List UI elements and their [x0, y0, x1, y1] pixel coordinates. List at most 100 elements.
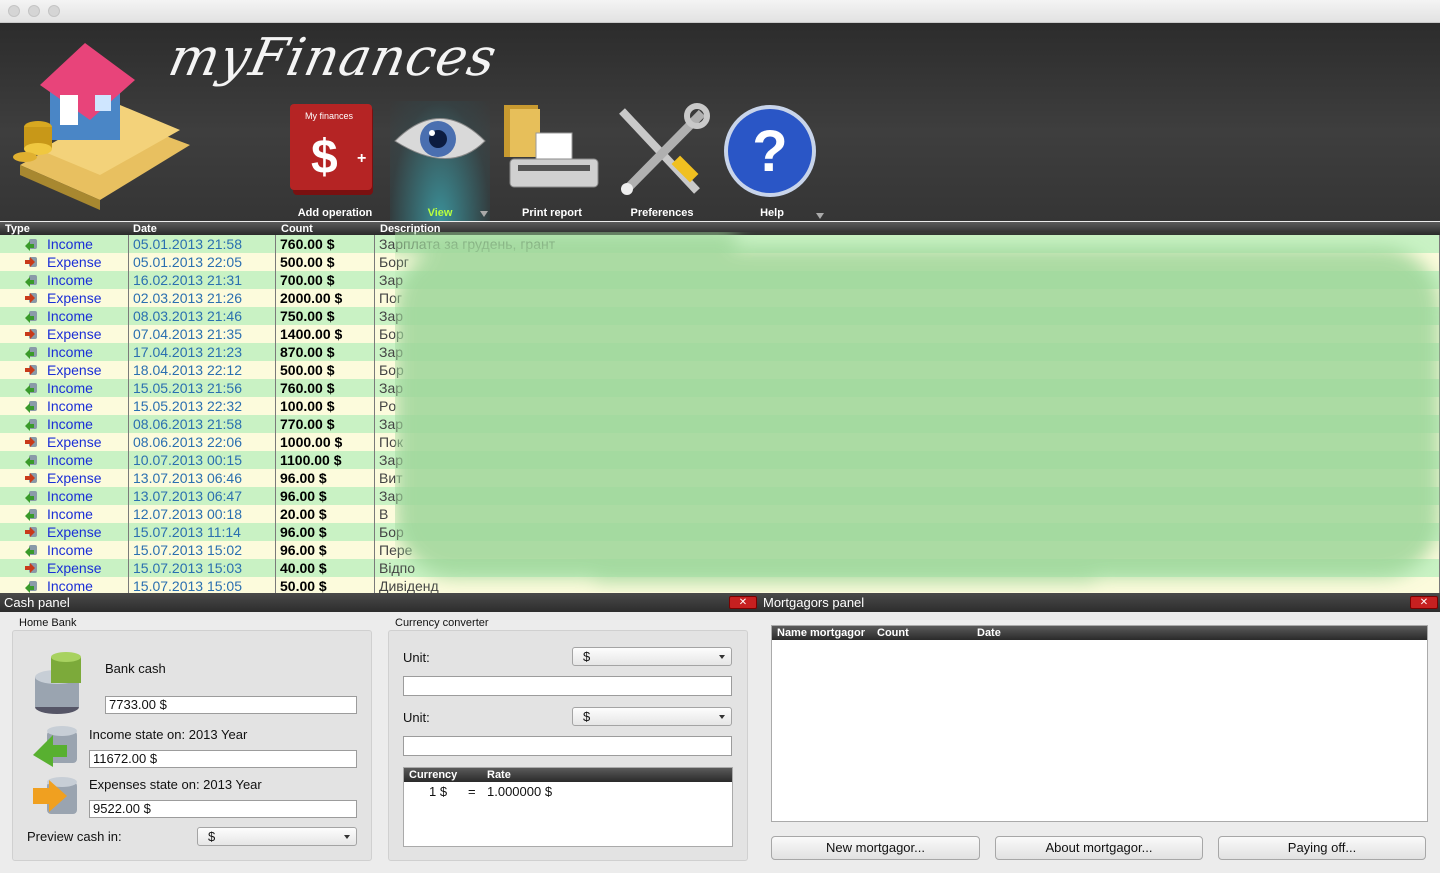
view-dropdown-icon[interactable] [480, 211, 488, 217]
type-label[interactable]: Income [47, 343, 93, 361]
chevron-down-icon [344, 835, 350, 839]
help-button[interactable]: ? Help [722, 101, 824, 221]
table-row[interactable]: Expense 15.07.2013 11:14 96.00 $ Бор [0, 523, 1440, 541]
description-cell: Зар [375, 487, 1440, 505]
table-row[interactable]: Expense 02.03.2013 21:26 2000.00 $ Пог [0, 289, 1440, 307]
table-row[interactable]: Expense 13.07.2013 06:46 96.00 $ Вит [0, 469, 1440, 487]
col-description-header[interactable]: Description [380, 223, 441, 235]
type-label[interactable]: Expense [47, 361, 101, 379]
type-label[interactable]: Income [47, 271, 93, 289]
rates-currency-header[interactable]: Currency [409, 769, 457, 781]
table-row[interactable]: Income 15.07.2013 15:02 96.00 $ Пере [0, 541, 1440, 559]
col-count-header[interactable]: Count [281, 223, 313, 235]
type-label[interactable]: Expense [47, 469, 101, 487]
type-label[interactable]: Income [47, 415, 93, 433]
about-mortgagor-button[interactable]: About mortgagor... [995, 836, 1203, 860]
type-cell: Expense [0, 433, 129, 451]
type-label[interactable]: Income [47, 577, 93, 593]
preferences-button[interactable]: Preferences [612, 101, 712, 221]
type-label[interactable]: Expense [47, 523, 101, 541]
table-header: Type Date Count Description [0, 222, 1440, 235]
window-titlebar [0, 0, 1440, 23]
home-bank-title: Home Bank [19, 617, 77, 629]
date-cell: 07.04.2013 21:35 [129, 325, 276, 343]
new-mortgagor-button[interactable]: New mortgagor... [771, 836, 980, 860]
add-operation-button[interactable]: My finances $ + Add operation [285, 101, 385, 221]
help-dropdown-icon[interactable] [816, 213, 824, 219]
col-type-header[interactable]: Type [5, 223, 30, 235]
type-label[interactable]: Expense [47, 559, 101, 577]
description-cell: Зар [375, 379, 1440, 397]
minimize-window-button[interactable] [28, 5, 40, 17]
date-cell: 13.07.2013 06:46 [129, 469, 276, 487]
description-cell: Бор [375, 361, 1440, 379]
income-state-field[interactable]: 11672.00 $ [89, 750, 357, 768]
type-label[interactable]: Expense [47, 253, 101, 271]
table-row[interactable]: Income 17.04.2013 21:23 870.00 $ Зар [0, 343, 1440, 361]
type-label[interactable]: Income [47, 397, 93, 415]
count-cell: 96.00 $ [276, 541, 375, 559]
col-date-header[interactable]: Date [133, 223, 157, 235]
cash-panel-title: Cash panel [4, 595, 70, 610]
table-row[interactable]: Expense 05.01.2013 22:05 500.00 $ Борг [0, 253, 1440, 271]
count-cell: 20.00 $ [276, 505, 375, 523]
mortgagor-count-header[interactable]: Count [877, 627, 909, 639]
cash-panel-bar: Cash panel ✕ [0, 593, 758, 612]
type-label[interactable]: Income [47, 307, 93, 325]
table-row[interactable]: Expense 07.04.2013 21:35 1400.00 $ Бор [0, 325, 1440, 343]
chevron-down-icon [719, 655, 725, 659]
table-row[interactable]: Income 12.07.2013 00:18 20.00 $ В [0, 505, 1440, 523]
type-label[interactable]: Income [47, 505, 93, 523]
type-label[interactable]: Expense [47, 325, 101, 343]
income-type-icon [25, 491, 37, 503]
table-row[interactable]: Income 08.03.2013 21:46 750.00 $ Зар [0, 307, 1440, 325]
print-report-button[interactable]: Print report [502, 101, 602, 221]
type-label[interactable]: Expense [47, 433, 101, 451]
paying-off-button[interactable]: Paying off... [1218, 836, 1426, 860]
unit1-value: $ [583, 649, 591, 664]
expense-arrow-icon [33, 777, 77, 814]
unit2-select[interactable]: $ [572, 707, 732, 726]
view-button[interactable]: View [390, 101, 490, 221]
count-cell: 40.00 $ [276, 559, 375, 577]
mortgagors-panel-close-button[interactable]: ✕ [1410, 596, 1438, 609]
table-row[interactable]: Income 13.07.2013 06:47 96.00 $ Зар [0, 487, 1440, 505]
expenses-state-field[interactable]: 9522.00 $ [89, 800, 357, 818]
unit2-label: Unit: [403, 710, 430, 725]
count-cell: 770.00 $ [276, 415, 375, 433]
type-label[interactable]: Income [47, 541, 93, 559]
expense-type-icon [25, 473, 37, 483]
type-label[interactable]: Income [47, 487, 93, 505]
bank-cash-field[interactable]: 7733.00 $ [105, 696, 357, 714]
mortgagor-date-header[interactable]: Date [977, 627, 1001, 639]
table-row[interactable]: Income 15.07.2013 15:05 50.00 $ Дивіденд [0, 577, 1440, 593]
type-cell: Income [0, 487, 129, 505]
table-row[interactable]: Income 15.05.2013 21:56 760.00 $ Зар [0, 379, 1440, 397]
table-row[interactable]: Income 15.05.2013 22:32 100.00 $ Po [0, 397, 1440, 415]
type-label[interactable]: Expense [47, 289, 101, 307]
rates-rate-header[interactable]: Rate [487, 769, 511, 781]
type-label[interactable]: Income [47, 451, 93, 469]
type-label[interactable]: Income [47, 235, 93, 253]
table-row[interactable]: Expense 18.04.2013 22:12 500.00 $ Бор [0, 361, 1440, 379]
unit2-amount-field[interactable] [403, 736, 732, 756]
type-label[interactable]: Income [47, 379, 93, 397]
table-row[interactable]: Expense 15.07.2013 15:03 40.00 $ Відпо [0, 559, 1440, 577]
cash-panel-close-button[interactable]: ✕ [729, 596, 757, 609]
type-cell: Income [0, 397, 129, 415]
table-row[interactable]: Income 10.07.2013 00:15 1100.00 $ Зар [0, 451, 1440, 469]
table-row[interactable]: Income 08.06.2013 21:58 770.00 $ Зар [0, 415, 1440, 433]
table-row[interactable]: Expense 08.06.2013 22:06 1000.00 $ Пок [0, 433, 1440, 451]
zoom-window-button[interactable] [48, 5, 60, 17]
table-row[interactable]: Income 16.02.2013 21:31 700.00 $ Зар [0, 271, 1440, 289]
rates-row[interactable]: 1 $ = 1.000000 $ [404, 784, 732, 800]
close-window-button[interactable] [8, 5, 20, 17]
mortgagors-list: Name mortgagor Count Date [771, 625, 1428, 822]
unit1-select[interactable]: $ [572, 647, 732, 666]
date-cell: 10.07.2013 00:15 [129, 451, 276, 469]
mortgagor-name-header[interactable]: Name mortgagor [777, 627, 865, 639]
preview-currency-select[interactable]: $ [197, 827, 357, 846]
table-row[interactable]: Income 05.01.2013 21:58 760.00 $ Зарплата з… [0, 235, 1440, 253]
unit1-amount-field[interactable] [403, 676, 732, 696]
expenses-state-label: Expenses state on: 2013 Year [89, 777, 262, 792]
